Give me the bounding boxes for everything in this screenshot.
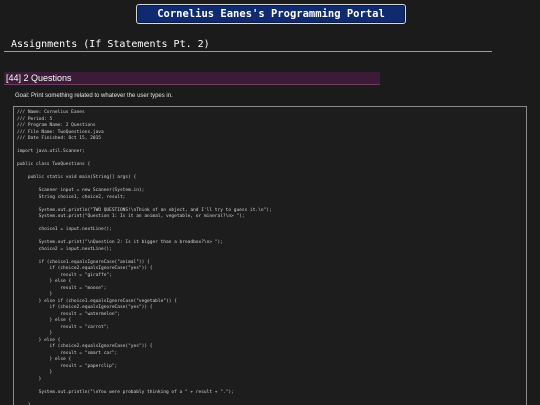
code-line: result = "moose"; — [17, 285, 107, 291]
portal-page: Cornelius Eanes's Programming Portal Ass… — [0, 0, 540, 405]
code-line: } else { — [17, 279, 72, 284]
code-line: } — [17, 370, 53, 375]
code-line: if (choice2.equalsIgnoreCase("yes")) { — [17, 266, 153, 271]
code-line: result = "smart car"; — [17, 350, 118, 356]
code-line: } else { — [17, 318, 72, 323]
code-line: result = "giraffe"; — [17, 272, 112, 278]
code-line: /// Period: 5 — [17, 116, 53, 122]
code-line: } else if (choice1.equalsIgnoreCase("veg… — [17, 298, 177, 304]
section-heading: Assignments (If Statements Pt. 2) — [11, 39, 210, 50]
code-line: result = "watermelon"; — [17, 311, 120, 317]
code-line: } — [17, 376, 42, 382]
problem-goal-text: Goal: Print something related to whateve… — [15, 93, 173, 99]
code-line: result = "carrot"; — [17, 324, 110, 330]
code-line: System.out.print("\nQuestion 2: Is it bi… — [17, 240, 223, 245]
code-line: choice1 = input.nextLine(); — [17, 227, 112, 232]
code-line: /// Program Name: 2 Questions — [17, 123, 96, 128]
code-line: if (choice2.equalsIgnoreCase("yes")) { — [17, 305, 153, 310]
code-line: System.out.println("TWO QUESTIONS!\nThin… — [17, 207, 272, 213]
code-line: } — [17, 331, 53, 336]
code-line: } — [17, 292, 53, 297]
code-line: System.out.print("Question 1: Is it an a… — [17, 214, 245, 219]
section-divider — [4, 51, 492, 52]
code-line: if (choice2.equalsIgnoreCase("yes")) { — [17, 344, 153, 349]
code-line: result = "paperclip"; — [17, 363, 118, 369]
portal-title-banner[interactable]: Cornelius Eanes's Programming Portal — [136, 4, 406, 24]
code-listing: /// Name: Cornelius Eanes/// Period: 5//… — [13, 106, 527, 405]
code-line: /// Date Finished: Oct 15, 2015 — [17, 136, 101, 141]
code-line: Scanner input = new Scanner(System.in); — [17, 188, 145, 193]
code-line: System.out.println("\nYou were probably … — [17, 389, 234, 395]
code-line: String choice1, choice2, result; — [17, 194, 126, 200]
code-line: choice2 = input.nextLine(); — [17, 246, 112, 252]
code-line: } else { — [17, 357, 72, 362]
code-line: if (choice1.equalsIgnoreCase("animal")) … — [17, 259, 150, 265]
code-line: /// File Name: TwoQuestions.java — [17, 129, 104, 135]
code-line: public class TwoQuestions { — [17, 162, 91, 167]
code-line: /// Name: Cornelius Eanes — [17, 110, 85, 115]
code-line: public static void main(String[] args) { — [17, 175, 137, 180]
problem-title-bar: [44] 2 Questions — [4, 72, 380, 85]
code-line: } else { — [17, 337, 61, 343]
code-line: import java.util.Scanner; — [17, 149, 85, 154]
